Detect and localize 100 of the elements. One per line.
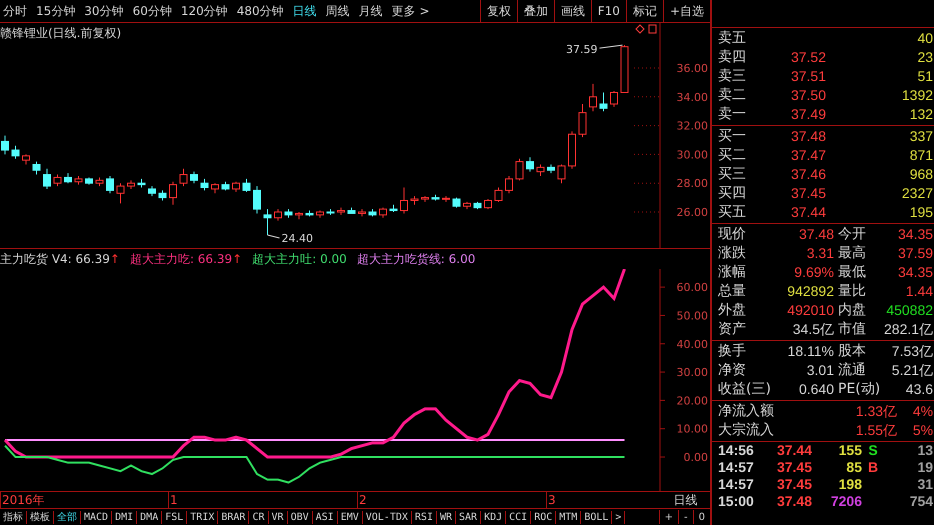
trade-volume: 7206 — [830, 493, 862, 510]
legend-label: 超大主力吐: 0.00 — [252, 250, 347, 268]
axis-label: 30.00 — [676, 366, 708, 380]
order-volume: 1392 — [900, 87, 934, 104]
indicator-tab[interactable]: ASI — [312, 510, 338, 524]
candle — [274, 208, 282, 222]
indicator-tab[interactable]: FSL — [162, 510, 188, 524]
indicator-tab[interactable]: EMV — [338, 510, 363, 524]
candle — [264, 208, 272, 236]
indicator-tab[interactable]: KDJ — [481, 510, 506, 524]
candle — [379, 207, 387, 218]
diamond-icon[interactable] — [635, 24, 645, 34]
order-price: 37.45 — [790, 185, 826, 202]
trade-price: 37.44 — [776, 442, 812, 459]
trade-count: 754 — [908, 493, 934, 510]
candle — [222, 181, 230, 191]
candle — [452, 197, 460, 208]
order-label: 买三 — [718, 166, 747, 183]
trade-time: 14:56 — [718, 442, 755, 459]
candle — [463, 201, 471, 210]
legend-label: 超大主力吃: 66.39 — [130, 250, 232, 268]
indicator-tab[interactable]: TRIX — [187, 510, 218, 524]
period-tab[interactable]: 分时 — [0, 2, 33, 20]
indicator-tab[interactable]: 模板 — [27, 510, 54, 524]
legend-label: 超大主力吃货线: 6.00 — [356, 250, 476, 268]
candle — [54, 174, 62, 187]
indicator-tab[interactable]: VOL-TDX — [362, 510, 412, 524]
axis-label: 60.00 — [676, 281, 708, 294]
order-volume: 968 — [908, 166, 934, 183]
indicator-tab[interactable]: RSI — [412, 510, 437, 524]
candle — [211, 182, 219, 194]
indicator-tab[interactable]: DMA — [137, 510, 162, 524]
candle — [400, 187, 408, 214]
candle — [610, 90, 618, 108]
indicator-tab[interactable]: OBV — [288, 510, 313, 524]
candle — [200, 178, 208, 191]
candle — [127, 180, 135, 190]
indicator-tab[interactable]: > — [612, 510, 626, 524]
period-tab[interactable]: 120分钟 — [178, 2, 234, 20]
period-tab[interactable]: 30分钟 — [81, 2, 130, 20]
quote-label: 流通 — [837, 362, 867, 379]
quote-label: 收益(三) — [718, 381, 772, 398]
order-price: 37.52 — [790, 49, 826, 66]
candle — [106, 176, 114, 194]
indicator-tab[interactable]: BOLL — [581, 510, 612, 524]
order-label: 买二 — [718, 147, 747, 164]
candle — [484, 198, 492, 210]
leader-line — [599, 44, 623, 49]
order-volume: 132 — [908, 106, 934, 123]
candle — [253, 186, 261, 214]
square-icon[interactable] — [648, 24, 656, 34]
order-label: 卖五 — [718, 30, 747, 47]
candle — [620, 44, 628, 93]
candle — [242, 178, 250, 192]
candle — [326, 208, 334, 216]
chart-title: 赣锋锂业(日线.前复权) — [0, 25, 122, 42]
candle — [180, 168, 188, 187]
candle — [74, 176, 82, 186]
candle — [421, 196, 429, 202]
trade-side: S — [867, 442, 879, 459]
indicator-tab[interactable]: CCI — [506, 510, 532, 524]
quote-label: 内盘 — [837, 302, 867, 319]
indicator-tab[interactable]: 指标 — [0, 510, 27, 524]
quote-label: 最高 — [837, 245, 867, 262]
period-tab[interactable]: 480分钟 — [234, 2, 290, 20]
order-volume: 195 — [908, 204, 934, 221]
indicator-tab[interactable]: SAR — [456, 510, 482, 524]
candle — [600, 92, 608, 112]
trade-price: 37.45 — [776, 459, 812, 476]
indicator-tab[interactable]: WR — [436, 510, 456, 524]
quote-value: 37.48 — [798, 226, 834, 243]
trade-volume: 155 — [838, 442, 862, 459]
indicator-tab[interactable]: CR — [249, 510, 269, 524]
indicator-tab[interactable]: DMI — [112, 510, 138, 524]
indicator-tab[interactable]: ROC — [531, 510, 556, 524]
period-tab[interactable]: 15分钟 — [33, 2, 82, 20]
period-tab[interactable]: 60分钟 — [130, 2, 178, 20]
candle — [442, 196, 450, 202]
indicator-tab[interactable]: BRAR — [218, 510, 250, 524]
order-label: 卖四 — [718, 49, 747, 66]
indicator-tab[interactable]: MACD — [81, 510, 112, 524]
candle — [138, 178, 146, 188]
order-volume: 337 — [908, 128, 934, 145]
quote-label: 市值 — [837, 321, 867, 338]
order-price: 37.47 — [790, 147, 826, 164]
flow-share: 5% — [912, 422, 934, 439]
order-label: 买一 — [718, 128, 747, 145]
candle — [158, 190, 166, 201]
order-label: 买五 — [718, 204, 747, 221]
indicator-tab[interactable]: 全部 — [54, 510, 81, 524]
period-tab[interactable]: 月线 — [356, 2, 389, 20]
quote-label: 涨跌 — [718, 245, 747, 262]
period-tab[interactable]: 更多 > — [388, 2, 436, 20]
order-volume: 51 — [916, 68, 934, 85]
period-tab[interactable]: 周线 — [322, 2, 356, 20]
order-price: 37.49 — [790, 106, 826, 123]
indicator-tab[interactable]: MTM — [556, 510, 582, 524]
axis-label: 0.00 — [684, 451, 708, 464]
indicator-tab[interactable]: VR — [268, 510, 288, 524]
period-tab[interactable]: 日线 — [290, 2, 323, 20]
